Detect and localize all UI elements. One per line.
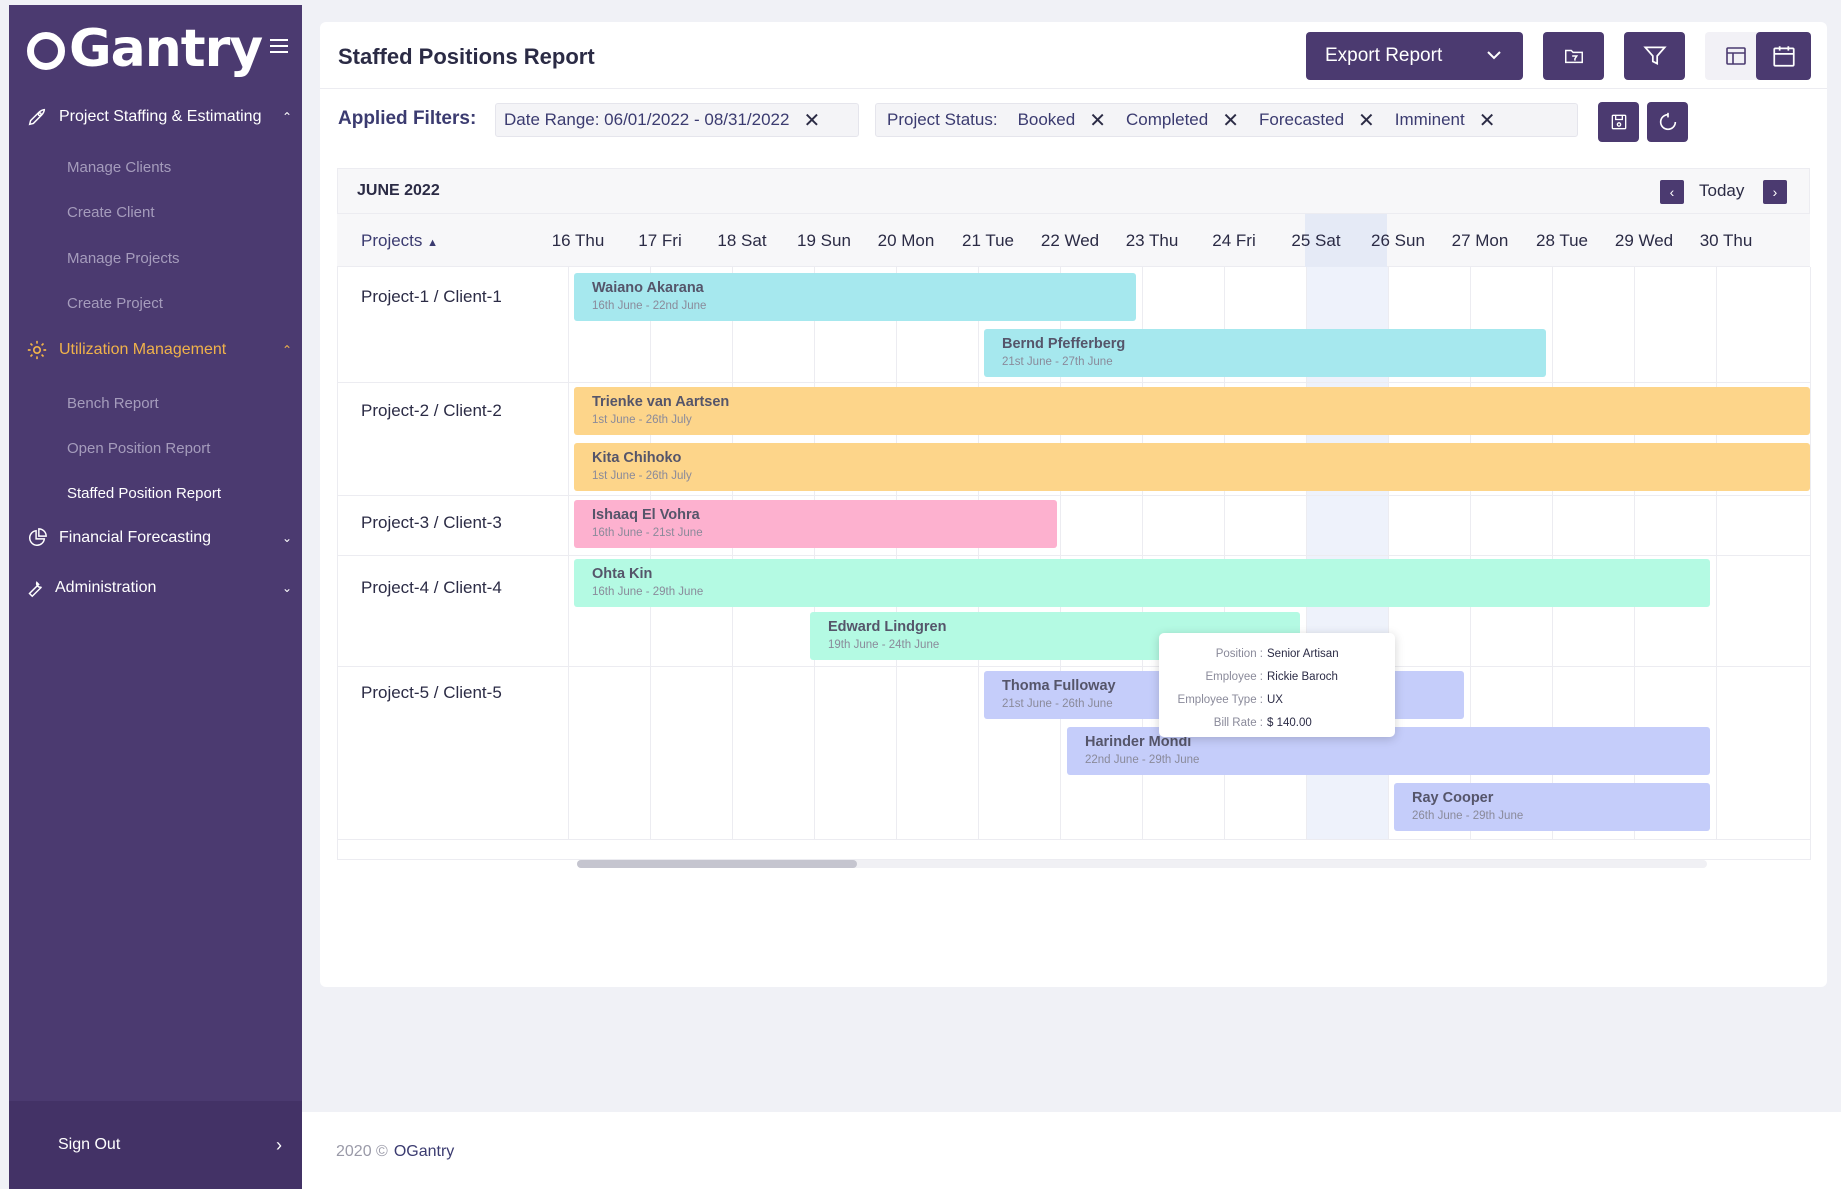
remove-date-filter-icon[interactable]: ✕ — [803, 108, 820, 133]
menu-toggle-icon[interactable] — [270, 39, 288, 53]
day-header: 22 Wed — [1040, 231, 1100, 250]
chevron-down-icon — [1485, 46, 1503, 70]
nav-open-position-report[interactable]: Open Position Report — [67, 440, 210, 457]
day-header: 24 Fri — [1212, 231, 1256, 250]
project-row-label: Project-4 / Client-4 — [361, 578, 502, 597]
month-label: JUNE 2022 — [357, 182, 440, 199]
wrench-icon — [23, 576, 47, 600]
save-filter-button[interactable] — [1598, 102, 1639, 142]
save-icon — [1611, 114, 1626, 130]
chevron-up-icon: ⌃ — [281, 343, 292, 357]
day-header: 17 Fri — [638, 231, 682, 250]
day-header: 28 Tue — [1536, 231, 1588, 250]
chevron-down-icon: ⌄ — [281, 531, 292, 545]
calendar-header: JUNE 2022 ‹ Today › — [337, 168, 1810, 214]
assignment-tooltip: Position : Senior Artisan Employee : Ricki… — [1159, 633, 1395, 737]
filter-icon — [1642, 46, 1667, 65]
chevron-right-icon: › — [276, 1134, 282, 1155]
assignment-bar[interactable]: Trienke van Aartsen 1st June - 26th July — [574, 387, 1810, 435]
next-month-button[interactable]: › — [1763, 180, 1787, 204]
nav-bench-report[interactable]: Bench Report — [67, 395, 159, 412]
table-icon — [1725, 47, 1746, 65]
day-header: 30 Thu — [1699, 231, 1753, 250]
status-chip-imminent: Imminent — [1394, 110, 1465, 129]
today-button[interactable]: Today — [1699, 181, 1744, 201]
chevron-up-icon: ⌃ — [281, 110, 292, 124]
footer — [302, 1112, 1841, 1189]
day-header: 16 Thu — [551, 231, 605, 250]
nav-group-financial-forecasting[interactable]: Financial Forecasting ⌄ — [9, 526, 302, 550]
filter-button[interactable] — [1624, 32, 1685, 80]
project-row-label: Project-1 / Client-1 — [361, 287, 502, 306]
nav-create-project[interactable]: Create Project — [67, 295, 163, 312]
day-header: 21 Tue — [962, 231, 1014, 250]
sign-out-button[interactable]: Sign Out › — [9, 1101, 302, 1189]
day-header: 18 Sat — [717, 231, 767, 250]
status-chip-booked: Booked — [1017, 110, 1076, 129]
tooltip-employee-type: UX — [1267, 693, 1283, 706]
footer-text: 2020 © OGantry — [336, 1143, 455, 1160]
export-report-button[interactable]: Export Report — [1306, 32, 1523, 80]
assignment-bar[interactable]: Ray Cooper 26th June - 29th June — [1394, 783, 1710, 831]
nav-create-client[interactable]: Create Client — [67, 204, 155, 221]
reset-filter-button[interactable] — [1647, 102, 1688, 142]
prev-month-button[interactable]: ‹ — [1660, 180, 1684, 204]
day-header: 23 Thu — [1125, 231, 1179, 250]
timeline-grid: Project-1 / Client-1 Project-2 / Client-… — [337, 267, 1811, 860]
date-range-filter: Date Range: 06/01/2022 - 08/31/2022 ✕ — [495, 103, 859, 137]
status-chip-completed: Completed — [1126, 110, 1209, 129]
tooltip-position: Senior Artisan — [1267, 647, 1339, 660]
day-header-row: Projects ▲︎ 16 Thu 17 Fri 18 Sat 19 Sun … — [337, 214, 1810, 267]
pie-chart-icon — [25, 526, 49, 550]
calendar-view-button[interactable] — [1756, 32, 1811, 80]
tooltip-employee: Rickie Baroch — [1267, 670, 1338, 683]
divider — [320, 88, 1827, 89]
assignment-bar[interactable]: Bernd Pfefferberg 21st June - 27th June — [984, 329, 1546, 377]
applied-filters-label: Applied Filters: — [338, 108, 477, 129]
projects-sort-header[interactable]: Projects ▲︎ — [361, 231, 438, 251]
nav-manage-clients[interactable]: Manage Clients — [67, 159, 171, 176]
project-row-label: Project-5 / Client-5 — [361, 683, 502, 702]
project-status-filter: Project Status: Booked ✕ Completed ✕ For… — [875, 103, 1578, 137]
assignment-bar[interactable]: Ishaaq El Vohra 16th June - 21st June — [574, 500, 1057, 548]
chevron-down-icon: ⌄ — [281, 581, 292, 595]
assignment-bar[interactable]: Waiano Akarana 16th June - 22nd June — [574, 273, 1136, 321]
project-row-label: Project-2 / Client-2 — [361, 401, 502, 420]
scrollbar-thumb[interactable] — [577, 860, 857, 868]
nav-staffed-position-report[interactable]: Staffed Position Report — [67, 485, 221, 502]
remove-booked-icon[interactable]: ✕ — [1089, 108, 1106, 133]
assignment-bar[interactable]: Ohta Kin 16th June - 29th June — [574, 559, 1710, 607]
save-view-button[interactable] — [1543, 32, 1604, 80]
project-row-label: Project-3 / Client-3 — [361, 513, 502, 532]
nav-manage-projects[interactable]: Manage Projects — [67, 250, 180, 267]
refresh-icon — [1659, 112, 1676, 131]
folder-filter-icon — [1564, 49, 1583, 64]
gear-icon — [25, 338, 49, 362]
status-chip-forecasted: Forecasted — [1258, 110, 1345, 129]
remove-imminent-icon[interactable]: ✕ — [1479, 108, 1496, 133]
day-header: 20 Mon — [877, 231, 935, 250]
report-card: Staffed Positions Report Export Report A… — [320, 22, 1827, 987]
footer-brand-link[interactable]: OGantry — [394, 1143, 454, 1160]
day-header: 25 Sat — [1291, 231, 1341, 250]
day-header: 19 Sun — [797, 231, 851, 250]
app-logo: Gantry — [27, 19, 263, 79]
nav-group-administration[interactable]: Administration ⌄ — [9, 576, 302, 600]
page-title: Staffed Positions Report — [338, 44, 595, 69]
nav-group-utilization[interactable]: Utilization Management ⌃ — [9, 338, 302, 362]
day-header: 26 Sun — [1371, 231, 1425, 250]
rocket-icon — [25, 105, 49, 129]
remove-forecasted-icon[interactable]: ✕ — [1358, 108, 1375, 133]
day-header: 27 Mon — [1451, 231, 1509, 250]
assignment-bar[interactable]: Kita Chihoko 1st June - 26th July — [574, 443, 1810, 491]
timeline-calendar: JUNE 2022 ‹ Today › Projects ▲︎ 16 Thu 1… — [337, 168, 1811, 868]
sidebar: Gantry Project Staffing & Estimating ⌃ M… — [9, 5, 302, 1189]
remove-completed-icon[interactable]: ✕ — [1222, 108, 1239, 133]
calendar-icon — [1772, 46, 1795, 67]
day-header: 29 Wed — [1614, 231, 1674, 250]
nav-group-project-staffing[interactable]: Project Staffing & Estimating ⌃ — [9, 105, 302, 129]
sort-icon: ▲︎ — [427, 237, 439, 249]
tooltip-bill-rate: $ 140.00 — [1267, 716, 1312, 729]
